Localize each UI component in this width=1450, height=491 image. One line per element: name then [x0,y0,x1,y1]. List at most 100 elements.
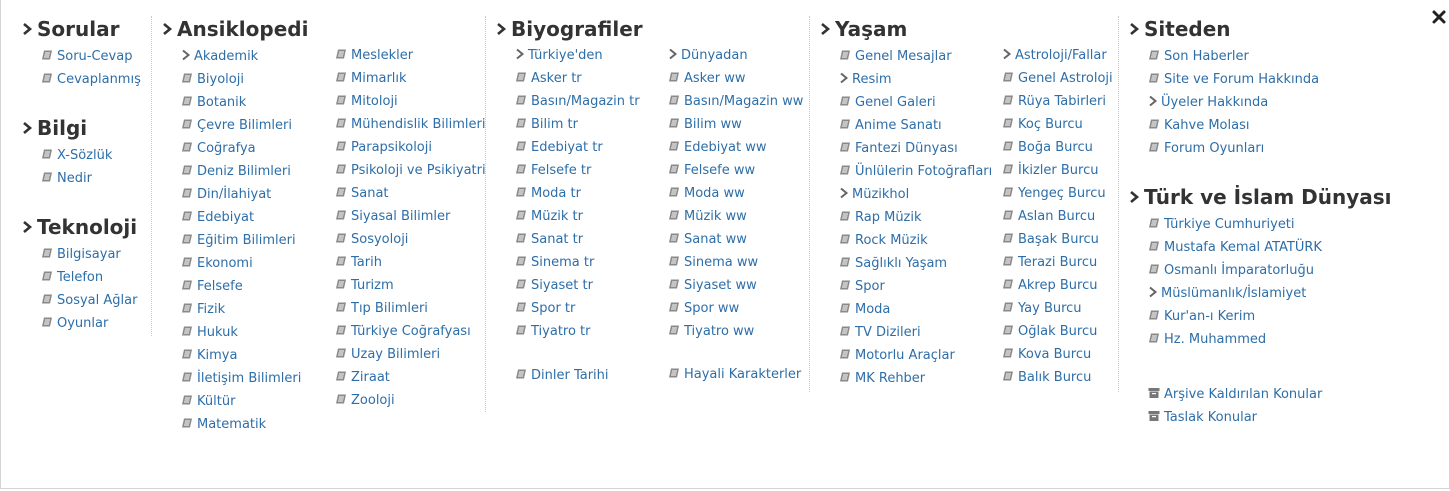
menu-item-link[interactable]: Hayali Karakterler [684,367,801,382]
section-heading-ansiklopedi[interactable]: Ansiklopedi [161,16,308,42]
menu-item-link[interactable]: Yay Burcu [1018,301,1082,316]
menu-item-link[interactable]: Anime Sanatı [855,118,942,133]
menu-item[interactable]: Sosyoloji [335,229,486,252]
menu-item[interactable]: Fizik [181,299,301,322]
menu-item-link[interactable]: Koç Burcu [1018,117,1083,132]
menu-item-link[interactable]: Bilim tr [531,117,578,132]
menu-item[interactable]: Türkiye Cumhuriyeti [1148,214,1322,237]
menu-item[interactable]: Oyunlar [41,313,137,336]
menu-item[interactable]: Felsefe tr [515,160,640,183]
menu-item[interactable]: Parapsikoloji [335,137,486,160]
menu-item[interactable]: Genel Astroloji [1002,68,1113,91]
menu-item[interactable]: Ziraat [335,367,486,390]
menu-item[interactable]: Siyaset tr [515,275,640,298]
menu-item[interactable]: Soru-Cevap [41,46,141,69]
menu-item[interactable]: Ekonomi [181,253,301,276]
menu-item-link[interactable]: Tiyatro tr [531,324,591,339]
menu-item-link[interactable]: Zooloji [351,393,395,408]
menu-item[interactable]: Psikoloji ve Psikiyatri [335,160,486,183]
menu-item-link[interactable]: Sinema ww [684,255,758,270]
menu-item-link[interactable]: Sosyal Ağlar [57,293,137,308]
menu-item-link[interactable]: Coğrafya [197,141,256,156]
menu-item[interactable]: MK Rehber [839,368,992,391]
menu-item[interactable]: Müzik ww [668,206,803,229]
menu-item[interactable]: Kur'an-ı Kerim [1148,306,1322,329]
menu-item[interactable]: Tıp Bilimleri [335,298,486,321]
menu-item-link[interactable]: Asker tr [531,71,582,86]
menu-item[interactable]: Tarih [335,252,486,275]
menu-item-link[interactable]: Moda ww [684,186,745,201]
menu-item-link[interactable]: Çevre Bilimleri [197,118,292,133]
menu-item[interactable]: Kimya [181,345,301,368]
menu-item-link[interactable]: Botanik [197,95,246,110]
menu-item-link[interactable]: Hz. Muhammed [1164,332,1266,347]
menu-item[interactable]: Felsefe [181,276,301,299]
menu-item[interactable]: Genel Galeri [839,92,992,115]
menu-item-link[interactable]: Rap Müzik [855,210,922,225]
menu-item[interactable]: Rüya Tabirleri [1002,91,1113,114]
menu-item[interactable]: Matematik [181,414,301,437]
menu-item[interactable]: Eğitim Bilimleri [181,230,301,253]
menu-item[interactable]: Terazi Burcu [1002,252,1113,275]
menu-item[interactable]: Site ve Forum Hakkında [1148,69,1319,92]
menu-item-link[interactable]: Uzay Bilimleri [351,347,440,362]
menu-item[interactable]: Telefon [41,267,137,290]
section-heading-yasam[interactable]: Yaşam [819,16,907,42]
menu-item-link[interactable]: Dinler Tarihi [531,368,609,383]
menu-item[interactable]: Üyeler Hakkında [1148,92,1319,115]
menu-item-link[interactable]: Sinema tr [531,255,594,270]
menu-item[interactable]: Din/İlahiyat [181,184,301,207]
menu-item-link[interactable]: İletişim Bilimleri [197,371,301,386]
menu-item-link[interactable]: Deniz Bilimleri [197,164,291,179]
menu-item[interactable]: Edebiyat tr [515,137,640,160]
menu-item-link[interactable]: Genel Galeri [855,95,936,110]
menu-item[interactable]: Başak Burcu [1002,229,1113,252]
menu-item[interactable]: Asker tr [515,68,640,91]
menu-item[interactable]: Son Haberler [1148,46,1319,69]
menu-item[interactable]: Bilgisayar [41,244,137,267]
menu-item[interactable]: Osmanlı İmparatorluğu [1148,260,1322,283]
menu-item-link[interactable]: Kahve Molası [1164,118,1249,133]
menu-item-link[interactable]: Basın/Magazin ww [684,94,803,109]
menu-item[interactable]: Arşive Kaldırılan Konular [1148,384,1322,407]
menu-item-link[interactable]: Müzik ww [684,209,747,224]
menu-item[interactable]: Sanat tr [515,229,640,252]
menu-item-link[interactable]: Türkiye Cumhuriyeti [1164,217,1295,232]
menu-item[interactable]: Basın/Magazin tr [515,91,640,114]
menu-item-link[interactable]: Spor tr [531,301,575,316]
menu-item[interactable]: Hayali Karakterler [668,364,801,387]
menu-item[interactable]: Müzikhol [839,184,992,207]
menu-item-link[interactable]: Müzik tr [531,209,583,224]
menu-item[interactable]: Cevaplanmış [41,69,141,92]
menu-item[interactable]: Sinema ww [668,252,803,275]
menu-item-link[interactable]: Rock Müzik [855,233,928,248]
menu-item[interactable]: Turizm [335,275,486,298]
menu-item-link[interactable]: Tıp Bilimleri [351,301,428,316]
menu-item[interactable]: Felsefe ww [668,160,803,183]
menu-item[interactable]: Türkiye Coğrafyası [335,321,486,344]
menu-item[interactable]: Moda ww [668,183,803,206]
menu-item[interactable]: Hukuk [181,322,301,345]
menu-item-link[interactable]: Türkiye'den [528,48,603,63]
menu-item[interactable]: Mustafa Kemal ATATÜRK [1148,237,1322,260]
menu-item-link[interactable]: Müzikhol [852,187,909,202]
menu-item-link[interactable]: Son Haberler [1164,49,1249,64]
menu-item-link[interactable]: Ziraat [351,370,390,385]
menu-item-link[interactable]: Taslak Konular [1164,410,1257,425]
menu-item-link[interactable]: Rüya Tabirleri [1018,94,1106,109]
menu-item-link[interactable]: Spor [855,279,885,294]
menu-item-link[interactable]: Kur'an-ı Kerim [1164,309,1255,324]
menu-item[interactable]: Resim [839,69,992,92]
menu-item-link[interactable]: Matematik [197,417,266,432]
menu-item-link[interactable]: Mitoloji [351,94,398,109]
menu-item[interactable]: Deniz Bilimleri [181,161,301,184]
menu-item[interactable]: Kahve Molası [1148,115,1319,138]
menu-item-link[interactable]: Genel Mesajlar [855,49,952,64]
menu-item[interactable]: Akademik [181,46,301,69]
menu-item-link[interactable]: Felsefe [197,279,243,294]
menu-item[interactable]: Mimarlık [335,68,486,91]
menu-item[interactable]: Sağlıklı Yaşam [839,253,992,276]
menu-item[interactable]: Tiyatro ww [668,321,803,344]
menu-item-link[interactable]: Fizik [197,302,225,317]
menu-item[interactable]: İletişim Bilimleri [181,368,301,391]
